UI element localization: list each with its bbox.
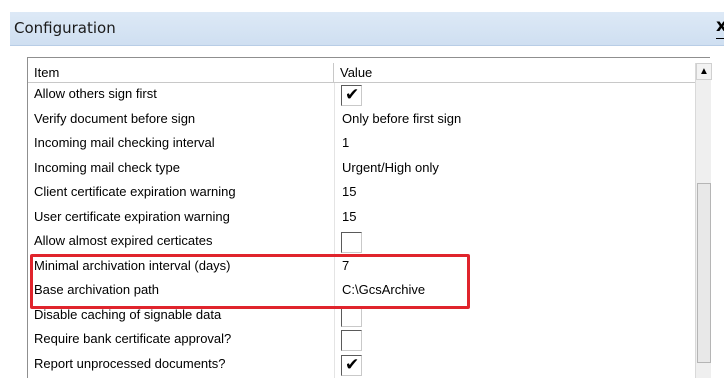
row-value[interactable]: 1 [342, 132, 692, 156]
row-value[interactable]: 15 [342, 181, 692, 205]
configuration-dialog: Configuration x Item Value Allow others … [0, 0, 724, 378]
table-row[interactable]: Allow others sign first ✔ [28, 83, 695, 107]
row-name: Report unprocessed documents? [34, 355, 226, 371]
row-name: Client certificate expiration warning [34, 184, 236, 199]
table-row[interactable]: Report unprocessed documents? ✔ [28, 353, 695, 377]
row-name: Allow others sign first [34, 86, 157, 101]
row-checkbox[interactable]: ✔ [341, 354, 362, 376]
row-name: Allow almost expired certicates [34, 233, 213, 248]
row-name: Verify document before sign [34, 110, 196, 126]
row-name: Incoming mail check type [34, 159, 180, 175]
window-title: Configuration [14, 19, 116, 37]
row-name: User certificate expiration warning [34, 208, 230, 224]
row-value[interactable]: Only before first sign [342, 108, 692, 132]
scroll-up-arrow-icon[interactable]: ▲ [696, 63, 712, 80]
vertical-scrollbar[interactable]: ▲ [695, 63, 712, 378]
checkmark-icon: ✔ [345, 85, 360, 105]
close-icon[interactable]: x [716, 16, 724, 36]
row-value[interactable]: 15 [342, 206, 692, 230]
row-value[interactable]: Urgent/High only [342, 157, 692, 181]
row-name: Incoming mail checking interval [34, 135, 215, 150]
checkmark-icon: ✔ [345, 354, 360, 375]
row-name: Require bank certificate approval? [34, 331, 232, 346]
row-checkbox[interactable] [341, 232, 362, 253]
grid-header: Item Value [28, 63, 695, 83]
table-row[interactable]: Incoming mail check type Urgent/High only [28, 157, 695, 181]
row-checkbox[interactable]: ✔ [341, 85, 362, 106]
title-bar: Configuration x [10, 12, 724, 46]
table-row[interactable]: Verify document before sign Only before f… [28, 108, 695, 132]
highlight-annotation [30, 254, 470, 309]
scroll-thumb[interactable] [697, 183, 711, 363]
row-checkbox[interactable] [341, 330, 362, 351]
table-row[interactable]: Allow almost expired certicates [28, 230, 695, 254]
table-row[interactable]: Incoming mail checking interval 1 [28, 132, 695, 156]
column-header-item[interactable]: Item [28, 63, 334, 83]
column-header-value[interactable]: Value [334, 63, 695, 83]
table-row[interactable]: Client certificate expiration warning 15 [28, 181, 695, 205]
table-row[interactable]: User certificate expiration warning 15 [28, 206, 695, 230]
close-icon-underline [716, 38, 724, 39]
table-row[interactable]: Require bank certificate approval? [28, 328, 695, 352]
property-grid: Item Value Allow others sign first ✔ Verif… [27, 57, 712, 378]
